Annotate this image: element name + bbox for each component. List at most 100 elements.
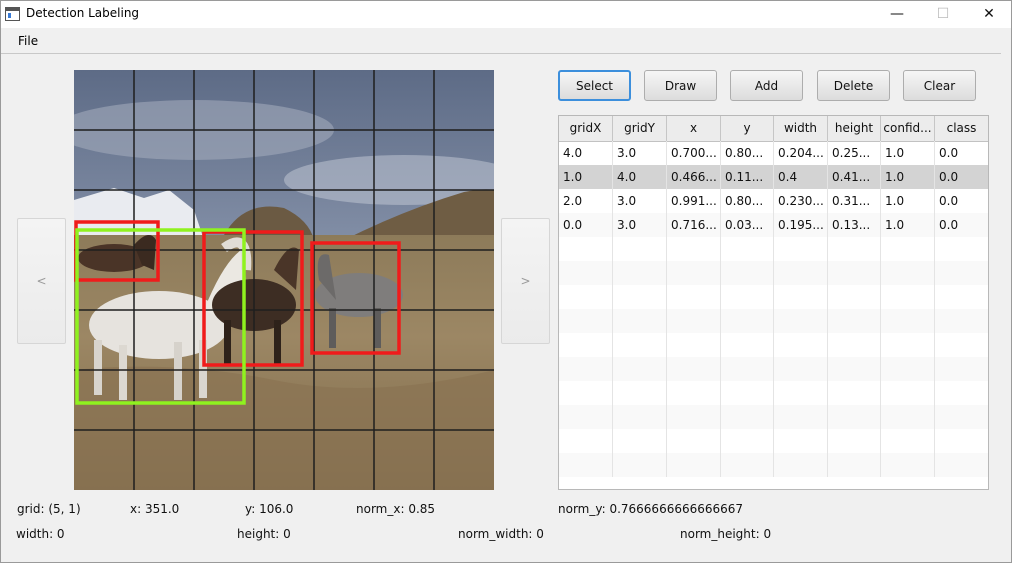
table-cell[interactable] [559,357,613,381]
table-cell[interactable]: 0.716... [667,213,721,237]
column-header[interactable]: height [828,116,881,141]
column-header[interactable]: confid... [881,116,935,141]
table-cell[interactable]: 1.0 [881,189,935,213]
table-cell[interactable] [559,453,613,477]
table-cell[interactable] [721,429,774,453]
table-cell[interactable] [559,333,613,357]
table-cell[interactable] [935,333,988,357]
table-cell[interactable]: 3.0 [613,189,667,213]
table-cell[interactable] [721,357,774,381]
table-cell[interactable] [828,357,881,381]
table-cell[interactable]: 0.03... [721,213,774,237]
table-cell[interactable]: 0.991... [667,189,721,213]
draw-button[interactable]: Draw [644,70,717,101]
table-cell[interactable] [935,237,988,261]
table-cell[interactable] [559,261,613,285]
table-cell[interactable] [935,261,988,285]
table-cell[interactable] [935,405,988,429]
table-cell[interactable] [721,309,774,333]
table-cell[interactable]: 0.0 [935,141,988,165]
table-cell[interactable] [667,261,721,285]
table-row[interactable] [559,381,988,405]
table-cell[interactable]: 0.80... [721,189,774,213]
table-cell[interactable] [667,285,721,309]
table-cell[interactable] [667,357,721,381]
next-image-button[interactable]: > [501,218,550,344]
table-row[interactable] [559,261,988,285]
table-cell[interactable] [667,429,721,453]
table-cell[interactable] [721,453,774,477]
table-cell[interactable] [881,285,935,309]
table-cell[interactable]: 0.0 [935,165,988,189]
column-header[interactable]: gridY [613,116,667,141]
table-cell[interactable] [721,333,774,357]
table-cell[interactable] [774,381,828,405]
table-cell[interactable] [559,429,613,453]
table-cell[interactable] [881,381,935,405]
table-cell[interactable]: 0.80... [721,141,774,165]
table-cell[interactable] [828,261,881,285]
table-cell[interactable]: 2.0 [559,189,613,213]
table-row[interactable] [559,429,988,453]
table-cell[interactable]: 3.0 [613,213,667,237]
table-cell[interactable] [828,429,881,453]
table-cell[interactable] [774,261,828,285]
table-cell[interactable] [667,381,721,405]
table-cell[interactable] [721,237,774,261]
table-cell[interactable] [721,285,774,309]
column-header[interactable]: width [774,116,828,141]
column-header[interactable]: gridX [559,116,613,141]
table-cell[interactable] [559,285,613,309]
table-cell[interactable] [881,333,935,357]
table-cell[interactable] [613,357,667,381]
select-button[interactable]: Select [558,70,631,101]
table-cell[interactable] [935,309,988,333]
table-cell[interactable] [667,237,721,261]
table-cell[interactable] [613,309,667,333]
table-cell[interactable] [721,261,774,285]
table-cell[interactable] [935,285,988,309]
table-cell[interactable] [935,381,988,405]
image-canvas[interactable] [74,70,494,490]
table-cell[interactable] [881,237,935,261]
maximize-button[interactable]: ☐ [920,1,966,28]
table-row[interactable] [559,453,988,477]
table-cell[interactable]: 0.230... [774,189,828,213]
table-cell[interactable] [559,405,613,429]
table-cell[interactable] [935,357,988,381]
previous-image-button[interactable]: < [17,218,66,344]
add-button[interactable]: Add [730,70,803,101]
table-cell[interactable] [774,237,828,261]
table-cell[interactable] [828,381,881,405]
delete-button[interactable]: Delete [817,70,890,101]
table-cell[interactable]: 0.25... [828,141,881,165]
table-cell[interactable]: 0.13... [828,213,881,237]
column-header[interactable]: y [721,116,774,141]
table-cell[interactable] [613,429,667,453]
table-cell[interactable] [828,309,881,333]
table-cell[interactable] [667,453,721,477]
table-cell[interactable]: 0.0 [559,213,613,237]
table-cell[interactable]: 1.0 [881,141,935,165]
table-cell[interactable] [613,405,667,429]
table-cell[interactable] [613,453,667,477]
column-header[interactable]: class [935,116,988,141]
table-cell[interactable] [774,309,828,333]
table-cell[interactable] [613,381,667,405]
table-cell[interactable] [721,381,774,405]
table-row[interactable] [559,333,988,357]
table-cell[interactable] [774,285,828,309]
table-cell[interactable]: 0.0 [935,189,988,213]
table-row[interactable]: 0.0 3.0 0.716... 0.03... 0.195... 0.13... 1.0 0… [559,213,988,237]
minimize-button[interactable]: — [874,1,920,28]
table-cell[interactable]: 0.41... [828,165,881,189]
table-cell[interactable]: 0.466... [667,165,721,189]
table-row[interactable]: 2.0 3.0 0.991... 0.80... 0.230... 0.31... 1.0 0… [559,189,988,213]
table-cell[interactable] [613,237,667,261]
table-cell[interactable]: 0.31... [828,189,881,213]
clear-button[interactable]: Clear [903,70,976,101]
table-cell[interactable]: 1.0 [559,165,613,189]
table-row[interactable]: 1.0 4.0 0.466... 0.11... 0.4 0.41... 1.0 0.0 [559,165,988,189]
table-row[interactable] [559,405,988,429]
table-cell[interactable] [935,453,988,477]
